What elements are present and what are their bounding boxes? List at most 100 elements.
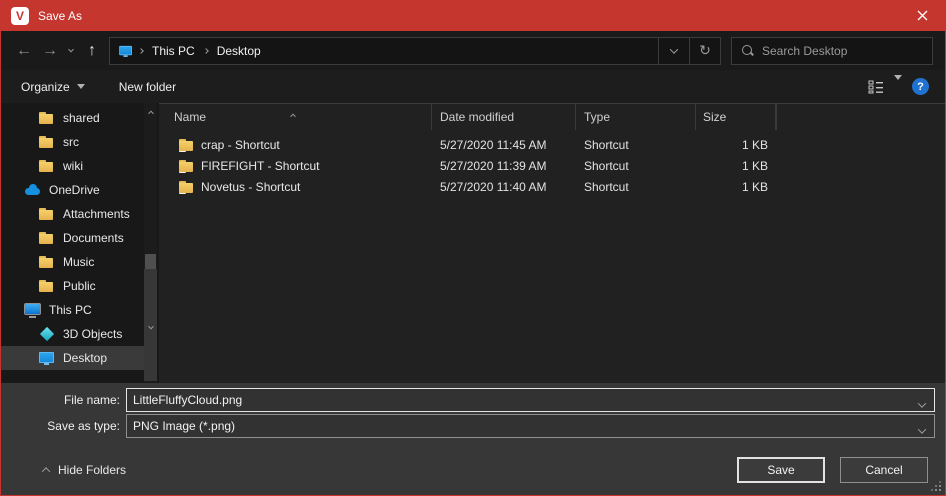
breadcrumb-this-pc[interactable]: This PC (148, 44, 199, 58)
chevron-down-icon[interactable] (919, 423, 925, 437)
sidebar-item-label: 3D Objects (63, 327, 122, 341)
breadcrumb-separator (199, 49, 213, 53)
desktop-icon (39, 350, 55, 366)
sidebar-item[interactable]: Music (1, 250, 144, 274)
file-name-label: File name: (1, 393, 126, 407)
close-icon (917, 10, 928, 21)
new-folder-button[interactable]: New folder (119, 80, 176, 94)
column-header-type[interactable]: Type (576, 104, 696, 130)
sidebar-item-label: Public (63, 279, 96, 293)
sidebar-item[interactable]: Documents (1, 226, 144, 250)
chevron-up-icon (42, 467, 50, 475)
sidebar-item[interactable]: src (1, 130, 144, 154)
address-dropdown-button[interactable] (659, 38, 689, 64)
command-toolbar: Organize New folder ? (1, 70, 945, 103)
cancel-button[interactable]: Cancel (840, 457, 928, 483)
monitor-icon (25, 302, 41, 318)
sidebar-item-label: Attachments (63, 207, 130, 221)
breadcrumb-desktop[interactable]: Desktop (213, 44, 265, 58)
scroll-down-button[interactable] (144, 269, 157, 381)
chevron-up-icon (148, 111, 154, 117)
forward-button[interactable]: → (37, 38, 63, 64)
view-options-dropdown[interactable] (894, 80, 902, 94)
file-name-input[interactable] (127, 393, 934, 407)
triangle-down-icon (894, 75, 902, 94)
address-bar[interactable]: This PC Desktop ↻ (109, 37, 721, 65)
file-name-combobox[interactable] (126, 388, 935, 412)
details-view-icon (868, 80, 884, 94)
sidebar-item[interactable]: Attachments (1, 202, 144, 226)
sidebar-item[interactable]: OneDrive (1, 178, 144, 202)
sidebar-item[interactable]: This PC (1, 298, 144, 322)
save-as-dialog: V Save As ← → ↑ This PC Desktop ↻ (0, 0, 946, 496)
sidebar-item-label: shared (63, 111, 100, 125)
search-icon (742, 45, 754, 57)
column-header-name[interactable]: Name (159, 104, 432, 130)
cube-icon (39, 326, 55, 342)
change-view-button[interactable] (868, 80, 884, 94)
file-type: Shortcut (576, 159, 696, 173)
navigation-pane: shared src wiki OneDrive (1, 103, 159, 383)
sidebar-item[interactable]: shared (1, 106, 144, 130)
sidebar-item[interactable]: Public (1, 274, 144, 298)
up-button[interactable]: ↑ (79, 38, 105, 64)
sidebar-item-label: Music (63, 255, 94, 269)
file-row[interactable]: ↗ FIREFIGHT - Shortcut 5/27/2020 11:39 A… (159, 155, 945, 176)
resize-grip[interactable] (929, 479, 941, 491)
shortcut-arrow-icon: ↗ (179, 166, 186, 173)
save-as-type-value: PNG Image (*.png) (127, 419, 235, 433)
divider (776, 104, 777, 130)
folder-shortcut-icon: ↗ (179, 179, 195, 194)
file-row[interactable]: ↗ Novetus - Shortcut 5/27/2020 11:40 AM … (159, 176, 945, 197)
sidebar-scrollbar[interactable] (144, 103, 157, 383)
folder-shortcut-icon: ↗ (179, 137, 195, 152)
refresh-button[interactable]: ↻ (690, 38, 720, 64)
titlebar[interactable]: V Save As (1, 0, 945, 31)
recent-locations-button[interactable] (63, 38, 79, 64)
file-date-modified: 5/27/2020 11:45 AM (432, 138, 576, 152)
this-pc-icon (119, 44, 133, 58)
sidebar-item[interactable]: wiki (1, 154, 144, 178)
folder-icon (39, 230, 55, 246)
close-button[interactable] (899, 0, 945, 31)
chevron-right-icon (138, 48, 144, 54)
folder-icon (39, 206, 55, 222)
search-input[interactable] (762, 44, 912, 58)
sidebar-item-label: Documents (63, 231, 124, 245)
chevron-right-icon (203, 48, 209, 54)
save-button[interactable]: Save (737, 457, 825, 483)
navigation-bar: ← → ↑ This PC Desktop ↻ (1, 31, 945, 70)
sidebar-item-label: Desktop (63, 351, 107, 365)
shortcut-arrow-icon: ↗ (179, 187, 186, 194)
file-name: crap - Shortcut (201, 138, 280, 152)
search-box[interactable] (731, 37, 933, 65)
scroll-up-button[interactable] (144, 105, 157, 119)
organize-button[interactable]: Organize (21, 80, 85, 94)
help-button[interactable]: ? (912, 78, 929, 95)
file-date-modified: 5/27/2020 11:40 AM (432, 180, 576, 194)
file-rows: ↗ crap - Shortcut 5/27/2020 11:45 AM Sho… (159, 130, 945, 197)
column-header-size[interactable]: Size (696, 104, 776, 130)
column-header-date-modified[interactable]: Date modified (432, 104, 576, 130)
save-as-type-dropdown[interactable]: PNG Image (*.png) (126, 414, 935, 438)
chevron-down-icon (670, 45, 678, 53)
sidebar-item[interactable]: Desktop (1, 346, 144, 370)
sidebar-item-label: This PC (49, 303, 92, 317)
folder-icon (39, 134, 55, 150)
file-row[interactable]: ↗ crap - Shortcut 5/27/2020 11:45 AM Sho… (159, 134, 945, 155)
sidebar-item-label: src (63, 135, 79, 149)
vivaldi-app-icon: V (11, 7, 29, 25)
file-name: Novetus - Shortcut (201, 180, 300, 194)
chevron-down-icon (148, 323, 154, 329)
save-as-type-label: Save as type: (1, 419, 126, 433)
back-button[interactable]: ← (11, 38, 37, 64)
sidebar-item[interactable]: 3D Objects (1, 322, 144, 346)
file-type: Shortcut (576, 180, 696, 194)
sidebar-item-label: wiki (63, 159, 83, 173)
file-size: 1 KB (696, 159, 776, 173)
chevron-down-icon[interactable] (919, 397, 925, 411)
file-size: 1 KB (696, 180, 776, 194)
shortcut-arrow-icon: ↗ (179, 145, 186, 152)
file-name: FIREFIGHT - Shortcut (201, 159, 319, 173)
hide-folders-button[interactable]: Hide Folders (43, 463, 126, 477)
